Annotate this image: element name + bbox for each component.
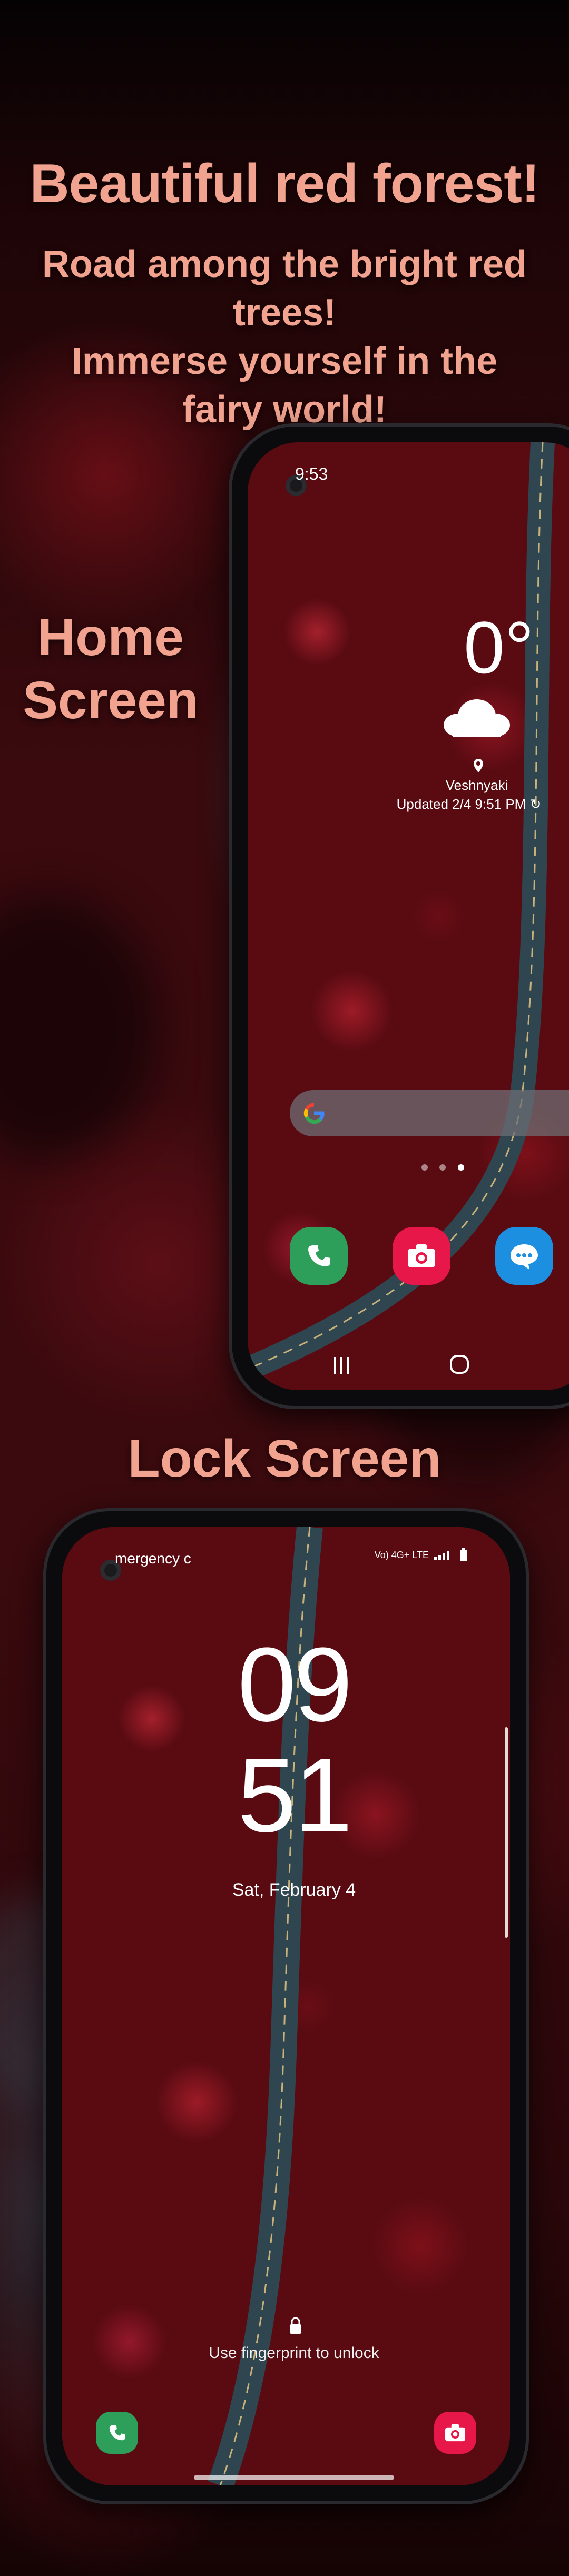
weather-updated: Updated 2/4 9:51 PM ↻ <box>385 796 553 813</box>
camera-app[interactable] <box>393 1227 450 1285</box>
promo-page: Beautiful red forest! Road among the bri… <box>0 0 569 2576</box>
lock-screen: mergency c Vo) 4G+ LTE 09 51 Sat, Februa… <box>62 1527 510 2485</box>
edge-panel-handle[interactable] <box>505 1727 508 1938</box>
phone-icon <box>109 2425 125 2441</box>
status-time: 9:53 <box>295 464 328 483</box>
google-search-bar[interactable] <box>290 1090 569 1136</box>
network-label: Vo) 4G+ LTE <box>374 1549 429 1560</box>
location-pin-icon <box>474 759 483 772</box>
navigation-bar <box>248 1351 569 1382</box>
page-dot <box>421 1164 428 1171</box>
clock-hour: 09 <box>237 1626 352 1743</box>
phone-app[interactable] <box>290 1227 348 1285</box>
cloud-icon <box>444 699 510 737</box>
home-screen-label: Home Screen <box>21 606 200 732</box>
hero-title: Beautiful red forest! <box>30 153 539 214</box>
refresh-icon[interactable]: ↻ <box>530 796 542 812</box>
google-g-icon <box>303 1103 325 1124</box>
lock-screen-phone: mergency c Vo) 4G+ LTE 09 51 Sat, Februa… <box>46 1511 526 2501</box>
lock-icon <box>290 2317 301 2334</box>
signal-icon <box>434 1551 449 1560</box>
lock-screen-label: Lock Screen <box>127 1429 442 1488</box>
chat-icon <box>511 1244 538 1270</box>
home-screen-phone: 9:53 0° Veshnyaki Updated 2/4 9:51 PM ↻ <box>232 427 569 1406</box>
phone-icon <box>308 1245 330 1266</box>
lock-phone-shortcut[interactable] <box>96 2412 138 2454</box>
messages-app[interactable] <box>495 1227 553 1285</box>
home-label-line: Screen <box>23 671 199 730</box>
status-icons: Vo) 4G+ LTE <box>375 1548 468 1562</box>
page-indicator <box>421 1164 474 1173</box>
hero-subtitle-line: Road among the bright red trees! <box>42 243 527 334</box>
hero-subtitle: Road among the bright red trees! Immerse… <box>0 240 569 434</box>
home-indicator[interactable] <box>194 2475 394 2480</box>
battery-icon <box>460 1548 467 1561</box>
hero-subtitle-line: Immerse yourself in the <box>71 340 498 382</box>
page-dot-active <box>457 1164 464 1171</box>
camera-icon <box>445 2424 465 2442</box>
lock-date: Sat, February 4 <box>232 1880 356 1900</box>
weather-location: Veshnyaki <box>445 777 508 793</box>
home-screen: 9:53 0° Veshnyaki Updated 2/4 9:51 PM ↻ <box>248 442 569 1390</box>
lock-camera-shortcut[interactable] <box>434 2412 476 2454</box>
clock-minute: 51 <box>237 1737 352 1854</box>
camera-icon <box>408 1244 435 1267</box>
home-icon[interactable] <box>448 1353 471 1376</box>
weather-temperature[interactable]: 0° <box>464 611 534 685</box>
recents-icon[interactable] <box>332 1355 351 1376</box>
fingerprint-hint: Use fingerprint to unlock <box>209 2344 379 2362</box>
home-label-line: Home <box>37 608 184 667</box>
weather-updated-text: Updated 2/4 9:51 PM <box>396 796 526 812</box>
page-dot <box>439 1164 446 1171</box>
emergency-call-text[interactable]: mergency c <box>115 1550 191 1567</box>
